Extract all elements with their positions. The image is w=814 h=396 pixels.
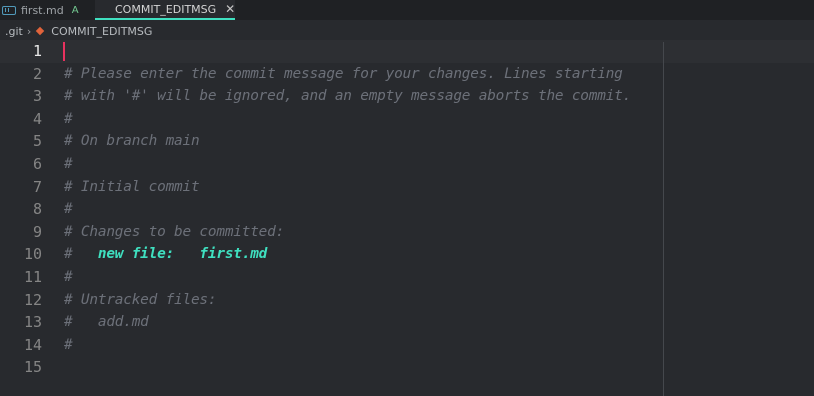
editor-line[interactable]: 14 # <box>0 334 814 357</box>
editor-line[interactable]: 13 # add.md <box>0 311 814 334</box>
line-text: # <box>64 201 73 218</box>
line-text: # Please enter the commit message for yo… <box>64 65 623 82</box>
editor-line[interactable]: 2 # Please enter the commit message for y… <box>0 63 814 86</box>
git-icon <box>36 26 45 36</box>
line-text: # On branch main <box>64 133 200 150</box>
tab-commit-editmsg[interactable]: COMMIT_EDITMSG ✕ <box>95 0 235 20</box>
tab-label: COMMIT_EDITMSG <box>115 2 217 16</box>
line-number: 8 <box>32 200 42 219</box>
tab-first-md[interactable]: first.md A <box>0 0 95 20</box>
line-number: 13 <box>23 313 42 332</box>
comment-prefix: # <box>64 246 98 263</box>
git-icon <box>103 6 109 12</box>
line-text: # Initial commit <box>64 178 200 195</box>
line-number: 3 <box>32 87 42 106</box>
line-number: 2 <box>32 64 42 83</box>
text-cursor <box>63 42 65 61</box>
editor-ruler <box>663 42 664 396</box>
editor-line[interactable]: 3 # with '#' will be ignored, and an empt… <box>0 85 814 108</box>
line-text: # Untracked files: <box>64 291 217 308</box>
line-text: # <box>64 110 73 127</box>
editor-line[interactable]: 10 # new file: first.md <box>0 243 814 266</box>
editor-line[interactable]: 7 # Initial commit <box>0 176 814 199</box>
git-added-status: A <box>71 4 79 16</box>
editor-line[interactable]: 11 # <box>0 266 814 289</box>
breadcrumb-folder[interactable]: .git <box>5 25 23 38</box>
line-number: 4 <box>32 109 42 128</box>
line-number: 5 <box>32 132 42 151</box>
breadcrumb-file[interactable]: COMMIT_EDITMSG <box>51 25 152 38</box>
breadcrumb: .git › COMMIT_EDITMSG <box>0 20 814 42</box>
line-number: 6 <box>32 155 42 173</box>
editor-line[interactable]: 6 # <box>0 153 814 176</box>
line-text: # with '#' will be ignored, and an empty… <box>64 88 632 105</box>
line-number: 9 <box>32 222 42 241</box>
line-number: 7 <box>32 177 42 196</box>
line-number: 12 <box>23 290 42 309</box>
line-text: # <box>64 156 73 172</box>
line-text: # new file: first.md <box>64 243 267 266</box>
line-number: 15 <box>23 358 42 377</box>
editor-line[interactable]: 12 # Untracked files: <box>0 289 814 312</box>
chevron-right-icon: › <box>26 24 32 38</box>
line-text: # <box>64 269 73 285</box>
editor-line[interactable]: 9 # Changes to be committed: <box>0 221 814 244</box>
line-number: 14 <box>23 335 42 354</box>
line-text: # <box>64 336 73 353</box>
tab-label: first.md <box>21 3 64 17</box>
editor-line[interactable]: 5 # On branch main <box>0 130 814 153</box>
line-text: # Changes to be committed: <box>64 223 285 240</box>
code-editor[interactable]: 1 2 # Please enter the commit message for … <box>0 40 814 396</box>
line-text: # add.md <box>64 314 149 331</box>
close-icon[interactable]: ✕ <box>225 2 235 16</box>
editor-line[interactable]: 1 <box>0 40 814 63</box>
tab-bar: first.md A COMMIT_EDITMSG ✕ <box>0 0 814 20</box>
line-number: 11 <box>23 268 42 286</box>
markdown-icon <box>2 5 16 15</box>
editor-line[interactable]: 15 <box>0 356 814 379</box>
line-number: 10 <box>23 245 42 264</box>
staged-file-entry: new file: first.md <box>97 246 268 263</box>
line-number: 1 <box>32 42 42 60</box>
editor-line[interactable]: 4 # <box>0 108 814 131</box>
editor-line[interactable]: 8 # <box>0 198 814 221</box>
